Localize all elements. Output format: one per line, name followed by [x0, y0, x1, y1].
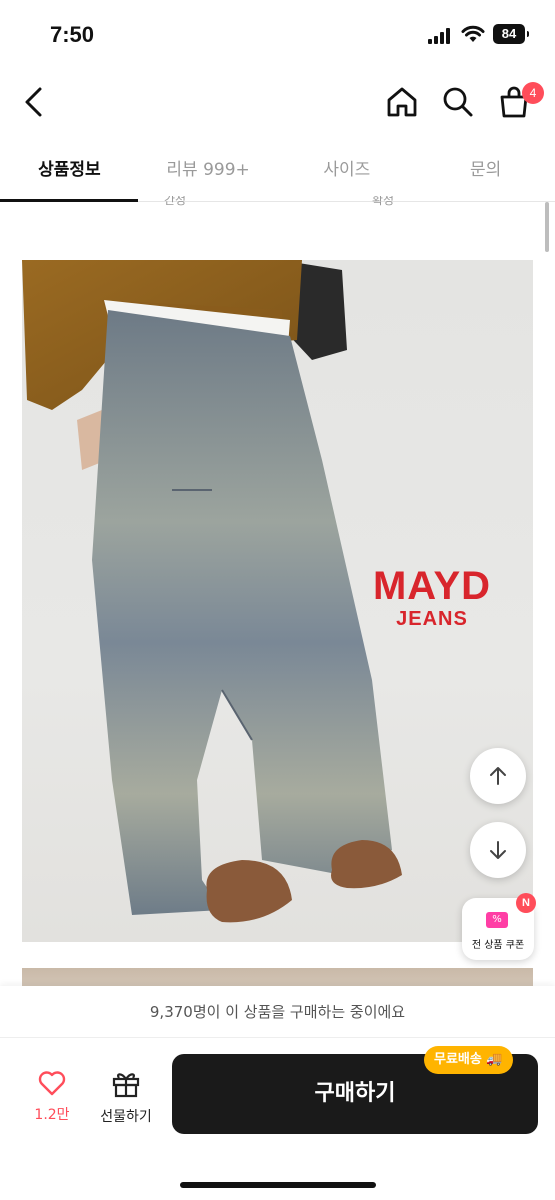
scrollbar[interactable] [545, 202, 549, 252]
truck-icon: 🚚 [486, 1052, 503, 1067]
status-bar: 7:50 84 [0, 0, 555, 70]
buying-now-notice: 9,370명이 이 상품을 구매하는 중이에요 [0, 986, 555, 1038]
home-button[interactable] [382, 82, 422, 122]
home-indicator[interactable] [180, 1182, 376, 1188]
chevron-left-icon [25, 87, 42, 117]
brand-logo-line1: MAYD [372, 564, 492, 608]
cellular-signal-icon [428, 28, 454, 44]
gift-label: 선물하기 [100, 1109, 152, 1125]
free-shipping-badge: 무료배송 🚚 [424, 1046, 513, 1074]
arrow-up-icon [490, 767, 506, 785]
search-button[interactable] [438, 82, 478, 122]
cut-off-text-left: 간정 [164, 196, 187, 207]
tab-reviews[interactable]: 리뷰 999+ [139, 140, 278, 201]
brand-logo: MAYD JEANS [362, 565, 502, 631]
free-shipping-label: 무료배송 [434, 1052, 482, 1067]
cart-count-badge: 4 [522, 82, 544, 104]
scroll-up-button[interactable] [470, 748, 526, 804]
status-time: 7:50 [50, 22, 95, 47]
search-icon [443, 87, 473, 117]
brand-logo-line2: JEANS [396, 608, 468, 630]
product-tabs: 상품정보 리뷰 999+ 사이즈 문의 [0, 140, 555, 202]
bottom-purchase-bar: 9,370명이 이 상품을 구매하는 중이에요 1.2만 선물하기 구매하기 무… [0, 986, 555, 1200]
cut-off-text-right: 확정 [372, 196, 395, 207]
back-button[interactable] [14, 82, 54, 122]
active-tab-indicator [0, 199, 138, 202]
coupon-icon: % [486, 912, 508, 928]
wifi-icon [461, 25, 485, 42]
tab-product-info[interactable]: 상품정보 [0, 140, 139, 201]
coupon-label: 전 상품 쿠폰 [471, 940, 525, 951]
gift-button[interactable]: 선물하기 [92, 1070, 160, 1126]
battery-indicator: 84 [493, 24, 529, 44]
heart-icon [38, 1071, 66, 1096]
tab-inquiry[interactable]: 문의 [416, 140, 555, 201]
coupon-new-badge: N [516, 893, 536, 913]
home-icon [387, 87, 417, 117]
arrow-down-icon [490, 841, 506, 859]
app-header [0, 70, 555, 136]
like-count: 1.2만 [34, 1107, 70, 1123]
tab-size[interactable]: 사이즈 [278, 140, 417, 201]
like-button[interactable]: 1.2만 [26, 1070, 78, 1124]
product-photo: MAYD JEANS [22, 260, 533, 942]
scroll-down-button[interactable] [470, 822, 526, 878]
gift-icon [112, 1073, 140, 1098]
